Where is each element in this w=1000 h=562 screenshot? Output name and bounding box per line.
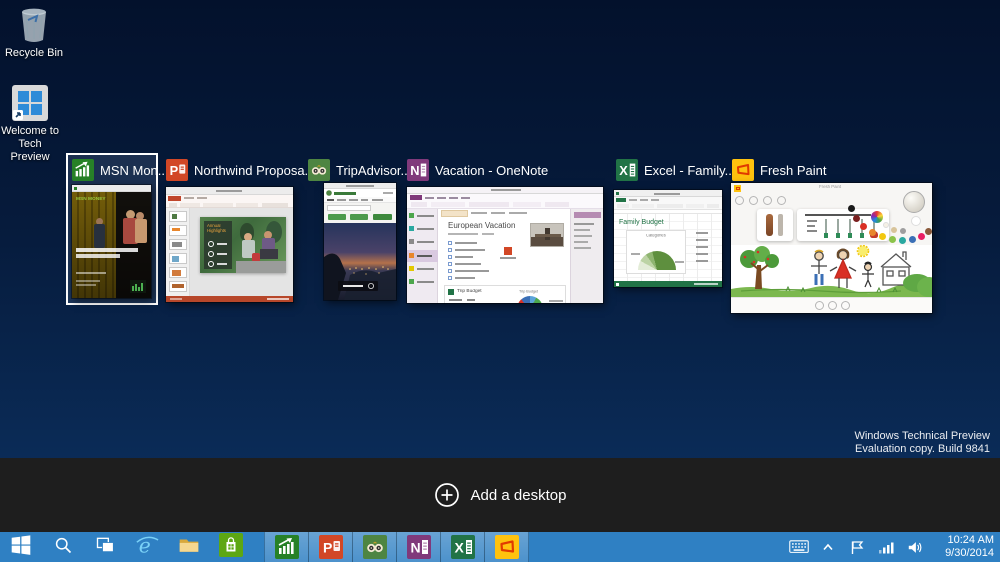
window-title: Vacation - OneNote [435, 162, 549, 178]
color-palette[interactable] [847, 189, 932, 245]
svg-text:P: P [323, 540, 332, 556]
taskbar-app-powerpoint[interactable]: P [308, 532, 353, 562]
tripadvisor-icon [308, 159, 330, 181]
action-center-flag-icon[interactable] [847, 537, 867, 557]
taskbar-app-fresh-paint[interactable] [484, 532, 529, 562]
onenote-chart-title: Trip Budget [519, 290, 539, 294]
search-button[interactable] [42, 532, 84, 562]
internet-explorer-icon: e [135, 533, 159, 562]
volume-icon[interactable] [905, 537, 925, 557]
powerpoint-icon: P [318, 535, 343, 559]
clock[interactable]: 10:24 AM 9/30/2014 [934, 534, 994, 560]
svg-text:P: P [170, 163, 179, 178]
add-desktop-label: Add a desktop [470, 486, 567, 504]
excel-chart-label: Categories [646, 234, 666, 239]
taskbar-app-msn-money[interactable] [264, 532, 309, 562]
internet-explorer-button[interactable]: e [126, 532, 168, 562]
onenote-icon: N [406, 535, 431, 559]
tray-date: 9/30/2014 [945, 547, 994, 559]
window-thumbnail-powerpoint[interactable]: Annual Highlights [166, 187, 293, 302]
build-watermark: Windows Technical Preview Evaluation cop… [854, 430, 990, 455]
task-view-screen: Recycle Bin Welcome to Tech Preview MSN … [0, 0, 1000, 562]
window-thumbnail-tripadvisor[interactable] [324, 183, 396, 300]
excel-embed-icon [448, 289, 454, 295]
window-title: Northwind Proposa... [194, 162, 316, 178]
svg-text:N: N [410, 163, 419, 178]
svg-text:X: X [619, 163, 628, 178]
recycle-bin-icon [17, 6, 51, 44]
touch-keyboard-icon[interactable] [789, 537, 809, 557]
svg-text:X: X [454, 540, 464, 556]
trip-budget-pie-chart [517, 296, 543, 303]
powerpoint-icon: P [166, 159, 188, 181]
excel-half-pie-chart [638, 251, 676, 270]
taskbar-app-excel[interactable]: X [440, 532, 485, 562]
fresh-paint-canvas[interactable] [731, 245, 932, 297]
plus-circle-icon [434, 482, 460, 508]
task-view-icon [95, 535, 115, 560]
onenote-embed-title: Trip Budget [457, 288, 482, 294]
add-desktop-button[interactable]: Add a desktop [434, 482, 567, 508]
network-signal-icon[interactable] [876, 537, 896, 557]
fresh-paint-window-title: Fresh Paint [819, 185, 842, 190]
tripadvisor-icon [362, 535, 387, 559]
folder-icon [178, 534, 200, 561]
window-thumbnail-fresh-paint[interactable]: Fresh Paint + [731, 183, 932, 313]
file-explorer-button[interactable] [168, 532, 210, 562]
task-view-button[interactable] [84, 532, 126, 562]
tripadvisor-photo [324, 223, 396, 300]
fresh-paint-icon [732, 159, 754, 181]
onenote-icon: N [407, 159, 429, 181]
fresh-paint-icon [494, 535, 519, 559]
msn-money-icon [72, 159, 94, 181]
window-title: Excel - Family... [644, 162, 736, 178]
msn-money-icon [274, 535, 299, 559]
window-title: Fresh Paint [760, 162, 827, 178]
windows-logo-icon [10, 534, 32, 561]
msn-masthead: MSN MONEY [76, 197, 106, 202]
window-thumbnail-excel[interactable]: Family Budget Categories [614, 190, 722, 287]
taskbar: e P N X 10:24 AM 9/30/2014 [0, 532, 1000, 562]
excel-icon: X [616, 159, 638, 181]
excel-sheet-title: Family Budget [619, 219, 664, 226]
system-tray: 10:24 AM 9/30/2014 [789, 532, 1000, 562]
add-desktop-bar: Add a desktop [0, 458, 1000, 532]
store-button[interactable] [210, 532, 252, 562]
desktop-icon-label: Recycle Bin [4, 47, 64, 59]
excel-icon: X [450, 535, 475, 559]
powerpoint-attachment-icon [504, 247, 512, 255]
window-thumbnail-msn-money[interactable]: MSN MONEY [72, 185, 151, 298]
windows-shortcut-icon [11, 84, 49, 122]
slide-heading: Annual Highlights [207, 224, 226, 234]
store-icon [219, 532, 243, 562]
window-thumbnail-onenote[interactable]: European Vacation Trip Budget Trip Budge… [407, 187, 603, 303]
search-icon [53, 535, 73, 560]
onenote-page-title: European Vacation [448, 221, 516, 230]
chevron-up-icon[interactable] [818, 537, 838, 557]
window-title: TripAdvisor... [336, 162, 412, 178]
taskbar-app-onenote[interactable]: N [396, 532, 441, 562]
taskbar-app-tripadvisor[interactable] [352, 532, 397, 562]
svg-text:N: N [410, 540, 420, 556]
desktop-icon-label: Welcome to Tech Preview [1, 125, 59, 163]
start-button[interactable] [0, 532, 42, 562]
desktop-icon-welcome-tech-preview[interactable]: Welcome to Tech Preview [0, 84, 60, 164]
desktop-icon-recycle-bin[interactable]: Recycle Bin [4, 6, 64, 60]
window-title: MSN Mon... [100, 162, 169, 178]
tray-time: 10:24 AM [947, 534, 994, 546]
